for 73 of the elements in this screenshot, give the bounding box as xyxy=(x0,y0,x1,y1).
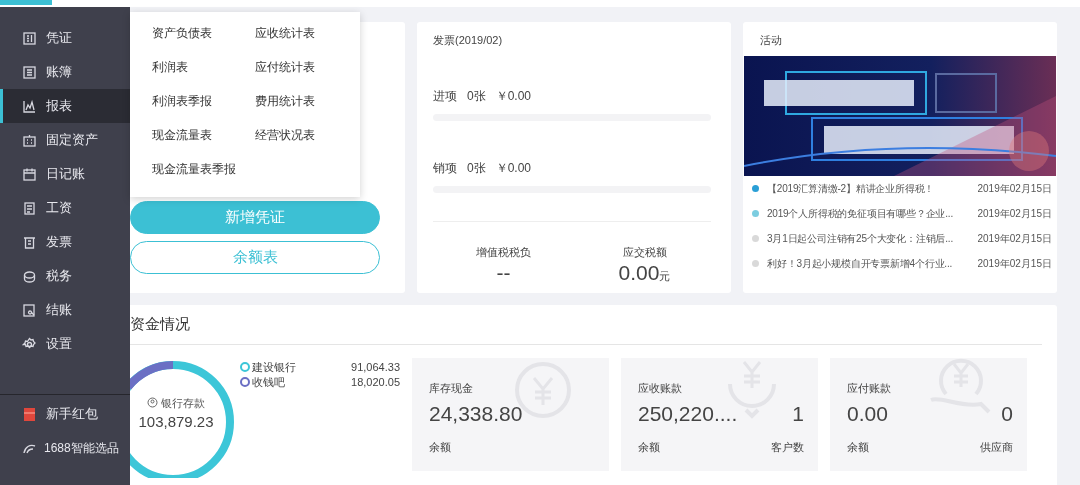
stat-label: 增值税税负 xyxy=(476,244,531,260)
invoice-count: 0张 xyxy=(467,159,486,177)
menu-item[interactable]: 现金流量表季报 xyxy=(152,161,236,177)
envelope-icon xyxy=(22,406,37,422)
tile-title: 应付账款 xyxy=(847,380,892,396)
invoice-amount: ￥0.00 xyxy=(495,87,532,105)
menu-item[interactable]: 利润表 xyxy=(152,59,188,75)
document-icon xyxy=(22,30,37,46)
calendar-icon xyxy=(22,166,37,182)
tile-label: 客户数 xyxy=(771,439,804,455)
news-date: 2019年02月15日 xyxy=(977,256,1052,271)
sidebar-item[interactable]: 日记账 xyxy=(0,157,130,191)
legend-amount: 91,064.33 xyxy=(351,359,400,375)
menu-item[interactable]: 应付统计表 xyxy=(255,59,315,75)
menu-item[interactable]: 资产负债表 xyxy=(152,25,212,41)
header-tab[interactable] xyxy=(0,0,52,5)
stat-value: 0.00元 xyxy=(618,260,671,286)
news-date: 2019年02月15日 xyxy=(977,231,1052,246)
news-date: 2019年02月15日 xyxy=(977,206,1052,221)
tile-amount: 250,220.... xyxy=(638,401,738,427)
donut-label: 银行存款 xyxy=(161,395,205,411)
invoice-count: 0张 xyxy=(467,87,486,105)
legend-name: 收钱吧 xyxy=(252,374,285,390)
news-link[interactable]: 利好！3月起小规模自开专票新增4个行业... xyxy=(767,255,974,271)
checkout-icon xyxy=(22,302,37,318)
card-title: 活动 xyxy=(759,33,783,48)
news-link[interactable]: 3月1日起公司注销有25个大变化：注销后... xyxy=(767,230,974,246)
sidebar-item[interactable]: 发票 xyxy=(0,225,130,259)
sidebar-item[interactable]: 报表 xyxy=(0,89,130,123)
donut-total: 103,879.23 xyxy=(138,412,214,432)
menu-item[interactable]: 利润表季报 xyxy=(152,93,212,109)
tile-label: 余额 xyxy=(429,439,451,455)
sidebar-item[interactable]: 结账 xyxy=(0,293,130,327)
tile-label: 供应商 xyxy=(980,439,1013,455)
news-link[interactable]: 2019个人所得税的免征项目有哪些？企业... xyxy=(767,205,974,221)
stat-value: -- xyxy=(496,260,511,286)
sidebar-item[interactable]: 固定资产 xyxy=(0,123,130,157)
coins-icon xyxy=(22,268,37,284)
card-title: 发票(2019/02) xyxy=(433,33,504,48)
tile-amount: 0.00 xyxy=(847,401,888,427)
menu-item[interactable]: 费用统计表 xyxy=(255,93,315,109)
invoice-type: 销项 xyxy=(433,159,457,177)
menu-item[interactable]: 应收统计表 xyxy=(255,25,315,41)
receipt-icon xyxy=(22,234,37,250)
section-title: 资金情况 xyxy=(130,313,1042,345)
payslip-icon xyxy=(22,200,37,216)
news-date: 2019年02月15日 xyxy=(977,181,1052,196)
sidebar-item[interactable]: 新手红包 xyxy=(0,397,130,431)
legend-name: 建设银行 xyxy=(252,359,296,375)
tile-label: 余额 xyxy=(847,439,869,455)
legend-amount: 18,020.05 xyxy=(351,374,400,390)
tile-title: 应收账款 xyxy=(638,380,683,396)
invoice-type: 进项 xyxy=(433,87,457,105)
chart-icon xyxy=(22,98,37,114)
ledger-icon xyxy=(22,64,37,80)
menu-item[interactable]: 现金流量表 xyxy=(152,127,212,143)
sidebar-item[interactable]: 凭证 xyxy=(0,21,130,55)
sidebar-item[interactable]: 1688智能选品 xyxy=(0,431,130,465)
building-icon xyxy=(22,132,37,148)
news-link[interactable]: 【2019汇算清缴-2】精讲企业所得税！ xyxy=(767,180,974,196)
tile-amount: 24,338.80 xyxy=(429,401,523,427)
tile-count: 1 xyxy=(792,401,804,427)
tile-count: 0 xyxy=(1001,401,1013,427)
tile-title: 库存现金 xyxy=(429,380,474,396)
sidebar-item[interactable]: 账簿 xyxy=(0,55,130,89)
sidebar-item[interactable]: 工资 xyxy=(0,191,130,225)
bank-icon xyxy=(147,397,158,409)
sidebar-item[interactable]: 税务 xyxy=(0,259,130,293)
tile-label: 余额 xyxy=(638,439,660,455)
invoice-amount: ￥0.00 xyxy=(495,159,532,177)
stat-label: 应交税额 xyxy=(622,244,667,260)
menu-item[interactable]: 经营状况表 xyxy=(255,127,315,143)
sidebar-item[interactable]: 设置 xyxy=(0,327,130,361)
